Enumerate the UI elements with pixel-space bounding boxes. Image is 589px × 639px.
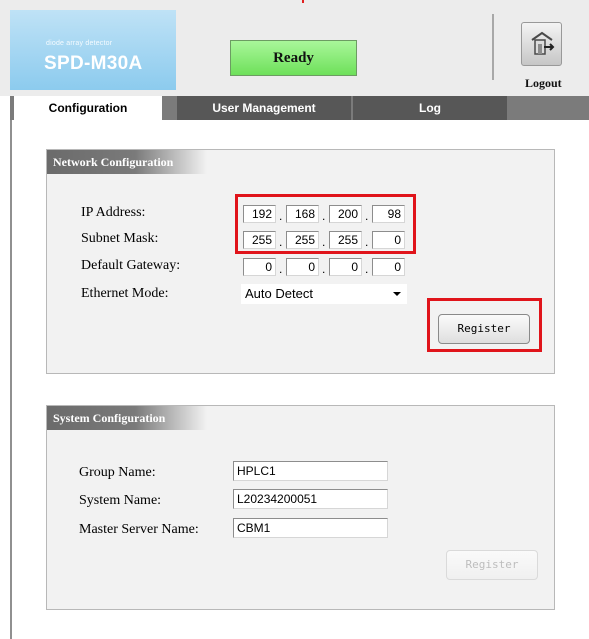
network-panel-title: Network Configuration	[47, 150, 207, 174]
gateway-octet-1[interactable]: 0	[243, 258, 276, 276]
system-register-button[interactable]: Register	[446, 550, 538, 580]
brand-subtitle: diode array detector	[46, 40, 113, 47]
group-name-label: Group Name:	[79, 465, 156, 480]
master-server-name-label: Master Server Name:	[79, 522, 199, 537]
gateway-octet-3[interactable]: 0	[329, 258, 362, 276]
gateway-octet-2[interactable]: 0	[286, 258, 319, 276]
master-server-name-field[interactable]: CBM1	[233, 518, 388, 538]
chevron-down-icon	[393, 292, 401, 296]
system-name-label: System Name:	[79, 493, 162, 508]
system-name-field[interactable]: L20234200051	[233, 489, 388, 509]
app-header: diode array detector SPD-M30A Ready Logo…	[0, 0, 589, 96]
brand-name: SPD-M30A	[44, 53, 143, 74]
ip-subnet-highlight	[235, 194, 416, 254]
default-gateway-label: Default Gateway:	[81, 258, 181, 273]
annotation-mark	[302, 0, 304, 3]
gateway-separator: .	[279, 262, 283, 276]
tab-user-management[interactable]: User Management	[177, 96, 351, 120]
logout-button[interactable]	[521, 22, 562, 66]
brand-logo: diode array detector SPD-M30A	[10, 10, 176, 90]
tab-bar: Configuration User Management Log	[10, 96, 589, 120]
tab-configuration[interactable]: Configuration	[14, 96, 162, 120]
logout-label[interactable]: Logout	[525, 76, 562, 91]
ethernet-mode-value: Auto Detect	[245, 286, 313, 301]
logout-door-icon	[531, 31, 555, 55]
status-indicator: Ready	[230, 40, 357, 76]
ethernet-mode-select[interactable]: Auto Detect	[241, 284, 407, 304]
gateway-separator: .	[322, 262, 326, 276]
content-border	[10, 120, 12, 639]
ip-address-label: IP Address:	[81, 205, 146, 220]
group-name-field[interactable]: HPLC1	[233, 461, 388, 481]
tab-log[interactable]: Log	[353, 96, 507, 120]
gateway-separator: .	[365, 262, 369, 276]
system-panel-title: System Configuration	[47, 406, 207, 430]
system-configuration-panel: System Configuration Group Name: HPLC1 S…	[46, 405, 555, 610]
register-highlight	[427, 298, 542, 352]
ethernet-mode-label: Ethernet Mode:	[81, 286, 169, 301]
header-divider	[492, 14, 494, 80]
subnet-mask-label: Subnet Mask:	[81, 231, 159, 246]
gateway-octet-4[interactable]: 0	[372, 258, 405, 276]
